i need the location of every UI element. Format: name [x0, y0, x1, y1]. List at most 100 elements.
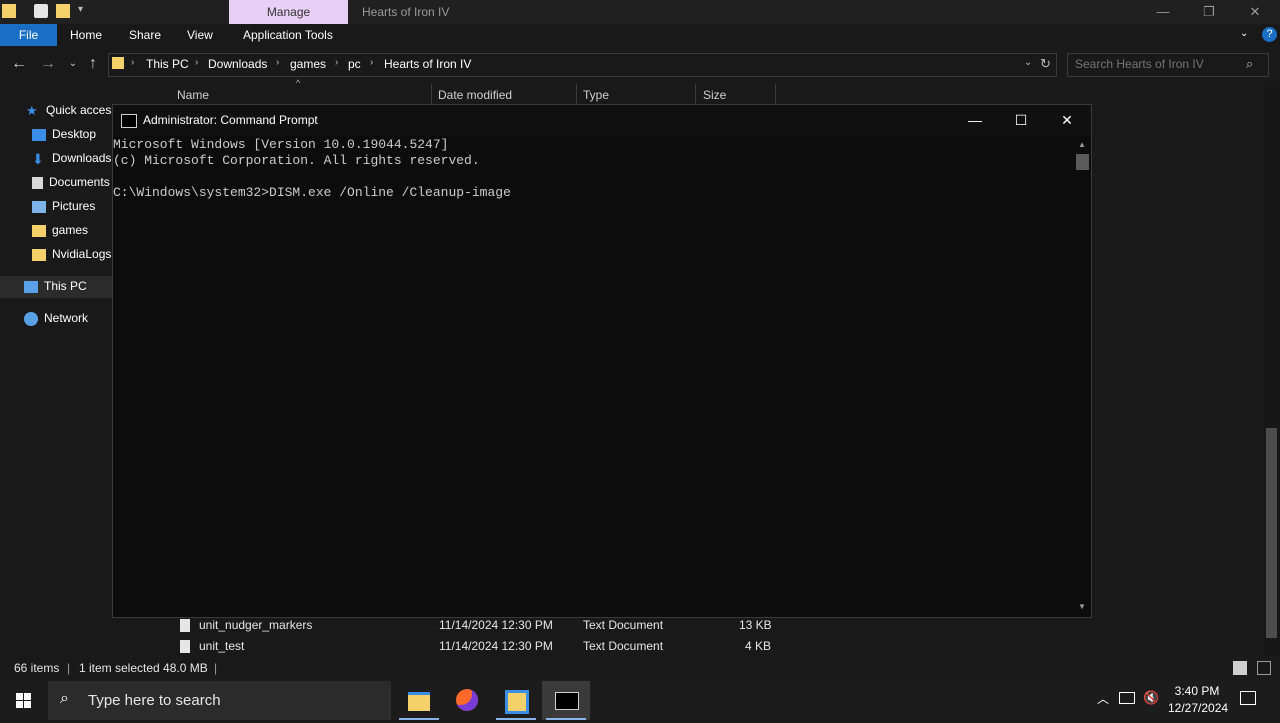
nav-nvidialogs[interactable]: NvidiaLogs [32, 243, 111, 265]
file-name: unit_nudger_markers [199, 618, 313, 632]
manage-tab[interactable]: Manage [229, 0, 348, 24]
breadcrumb-pc[interactable]: pc [348, 57, 361, 71]
volume-muted-icon[interactable]: 🔇 [1143, 690, 1159, 706]
nav-documents[interactable]: Documents [32, 171, 110, 193]
command-prompt-window[interactable]: Administrator: Command Prompt — ☐ ✕ Micr… [112, 104, 1092, 618]
nav-pictures[interactable]: Pictures [32, 195, 95, 217]
forward-icon[interactable]: → [39, 55, 57, 73]
window-title: Hearts of Iron IV [362, 5, 450, 19]
minimize-icon[interactable]: — [1140, 0, 1186, 24]
notifications-icon[interactable] [1240, 691, 1256, 705]
details-view-icon[interactable] [1233, 661, 1247, 675]
properties-icon[interactable] [34, 4, 48, 18]
computer-icon [24, 280, 38, 293]
tab-home[interactable]: Home [70, 24, 102, 46]
nav-pictures-label: Pictures [52, 199, 96, 213]
file-type: Text Document [583, 618, 664, 632]
cmd-scroll-down-icon[interactable]: ▼ [1078, 602, 1086, 611]
file-row[interactable]: unit_test 11/14/2024 12:30 PM Text Docum… [170, 636, 790, 656]
start-button[interactable] [0, 681, 48, 720]
status-divider: | [67, 661, 71, 675]
breadcrumb-this-pc[interactable]: This PC [146, 57, 189, 71]
nav-games[interactable]: games [32, 219, 88, 241]
taskbar-command-prompt[interactable] [542, 681, 590, 720]
file-explorer-icon [408, 692, 430, 711]
up-icon[interactable]: ↑ [84, 55, 102, 73]
network-tray-icon[interactable] [1119, 692, 1135, 704]
nav-downloads[interactable]: ⬇ Downloads [32, 147, 111, 169]
tab-application-tools[interactable]: Application Tools [243, 24, 333, 46]
breadcrumb-separator: › [335, 57, 339, 68]
help-icon[interactable]: ? [1262, 27, 1277, 42]
cmd-output-line: Microsoft Windows [Version 10.0.19044.52… [113, 137, 449, 152]
cmd-scroll-thumb[interactable] [1076, 154, 1089, 170]
column-name[interactable]: Name [177, 86, 209, 104]
column-date-modified[interactable]: Date modified [438, 86, 512, 104]
customize-qa-icon[interactable]: ▾ [78, 4, 83, 15]
recent-locations-icon[interactable]: ⌄ [64, 55, 82, 73]
nav-this-pc-label: This PC [44, 279, 87, 293]
folder-icon [32, 248, 46, 261]
nav-network-label: Network [44, 311, 89, 325]
refresh-icon[interactable]: ↻ [1040, 56, 1051, 72]
breadcrumb-hearts-of-iron[interactable]: Hearts of Iron IV [384, 57, 471, 71]
folder-icon [32, 224, 46, 237]
cmd-title: Administrator: Command Prompt [143, 113, 318, 127]
taskbar-file-explorer[interactable] [395, 681, 443, 720]
tab-view[interactable]: View [187, 24, 213, 46]
explorer-titlebar [0, 0, 1280, 24]
cmd-maximize-icon[interactable]: ☐ [998, 105, 1044, 136]
column-divider[interactable] [576, 84, 577, 106]
back-icon[interactable]: ← [10, 55, 28, 73]
breadcrumb-downloads[interactable]: Downloads [208, 57, 267, 71]
breadcrumb-separator: › [195, 57, 199, 68]
column-size[interactable]: Size [703, 86, 726, 104]
sort-arrow-icon: ^ [296, 78, 301, 88]
cmd-scroll-up-icon[interactable]: ▲ [1078, 140, 1086, 149]
column-type[interactable]: Type [583, 86, 609, 104]
status-selection: 1 item selected 48.0 MB [79, 661, 208, 675]
tab-file[interactable]: File [0, 24, 57, 46]
cmd-command-line[interactable]: C:\Windows\system32>DISM.exe /Online /Cl… [113, 185, 511, 201]
tray-time: 3:40 PM [1174, 684, 1220, 698]
search-input[interactable] [1075, 57, 1235, 71]
tray-date: 12/27/2024 [1168, 701, 1229, 715]
search-icon[interactable]: ⌕ [1246, 56, 1253, 72]
status-divider: | [214, 661, 218, 675]
nav-this-pc[interactable]: This PC [24, 275, 87, 297]
nav-network[interactable]: Network [24, 307, 88, 329]
file-date: 11/14/2024 12:30 PM [439, 618, 553, 632]
tray-clock[interactable]: 3:40 PM 12/27/2024 [1168, 683, 1229, 717]
taskbar-firefox[interactable] [443, 681, 491, 720]
status-item-count: 66 items [14, 661, 60, 675]
file-row[interactable]: unit_nudger_markers 11/14/2024 12:30 PM … [170, 615, 790, 635]
nav-desktop[interactable]: Desktop [32, 123, 96, 145]
taskbar-search-placeholder[interactable]: Type here to search [88, 692, 221, 709]
firefox-icon [456, 689, 478, 711]
column-divider[interactable] [775, 84, 776, 106]
breadcrumb-games[interactable]: games [290, 57, 326, 71]
address-dropdown-icon[interactable]: ⌄ [1024, 57, 1032, 68]
cmd-minimize-icon[interactable]: — [952, 105, 998, 136]
nav-quick-access[interactable]: ★ Quick access [26, 99, 117, 121]
app-icon [505, 690, 529, 714]
explorer-scroll-thumb[interactable] [1266, 428, 1277, 638]
breadcrumb-separator: › [370, 57, 374, 68]
expand-ribbon-icon[interactable]: ⌄ [1240, 28, 1248, 39]
large-icons-view-icon[interactable] [1257, 661, 1271, 675]
search-icon: ⌕ [60, 690, 69, 707]
close-icon[interactable]: ✕ [1232, 0, 1278, 24]
tab-share[interactable]: Share [129, 24, 161, 46]
windows-logo-icon [16, 693, 31, 708]
cmd-close-icon[interactable]: ✕ [1044, 105, 1090, 136]
taskbar-app[interactable] [492, 681, 540, 720]
nav-games-label: games [52, 223, 89, 237]
show-hidden-icons[interactable]: ︿ [1097, 690, 1109, 707]
restore-icon[interactable]: ❐ [1186, 0, 1232, 24]
new-folder-icon[interactable] [56, 4, 70, 18]
cmd-scrollbar[interactable] [1074, 136, 1091, 616]
cmd-icon[interactable] [121, 114, 137, 128]
column-divider[interactable] [695, 84, 696, 106]
folder-icon [2, 4, 16, 18]
column-divider[interactable] [431, 84, 432, 106]
